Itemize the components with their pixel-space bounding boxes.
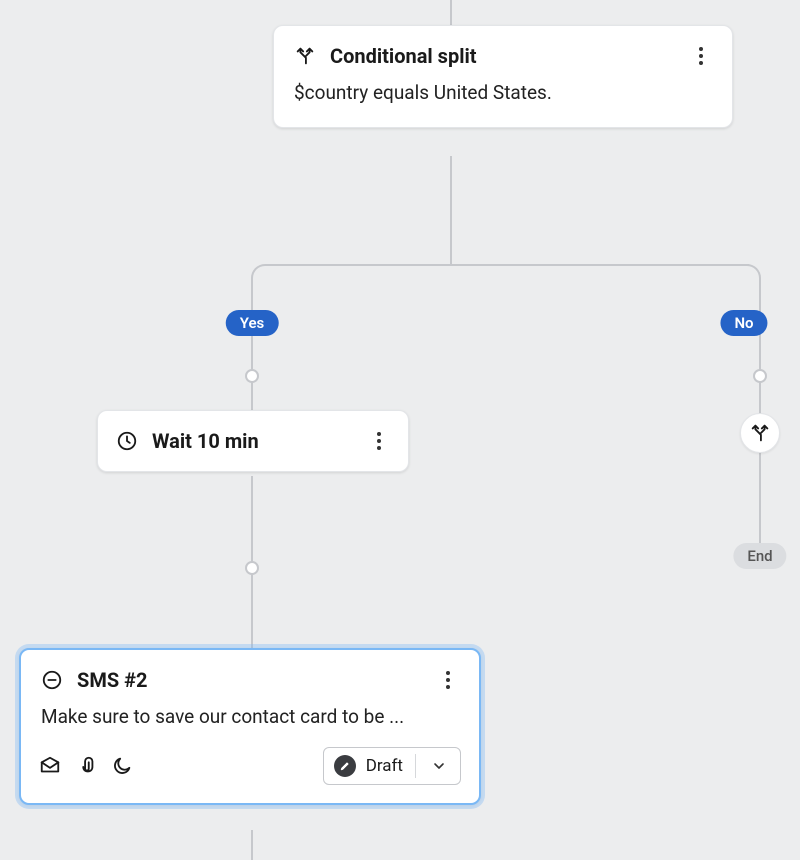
add-step-button[interactable]	[753, 369, 767, 383]
split-icon	[294, 45, 316, 67]
connector-corner	[251, 264, 275, 288]
connector-line	[265, 264, 749, 266]
connector-line	[450, 156, 452, 264]
sms-preview-text: Make sure to save our contact card to be…	[21, 700, 479, 743]
sms-node[interactable]: SMS #2 Make sure to save our contact car…	[19, 648, 481, 805]
wait-node[interactable]: Wait 10 min	[97, 410, 409, 472]
split-icon	[749, 422, 771, 444]
sms-status-label: Draft	[366, 756, 403, 776]
conditional-menu-button[interactable]	[690, 45, 712, 67]
empty-branch-node[interactable]	[740, 413, 780, 453]
connector-corner	[737, 264, 761, 288]
sms-icon	[41, 669, 63, 691]
add-step-button[interactable]	[245, 369, 259, 383]
chevron-down-icon	[428, 755, 450, 777]
connector-line	[759, 286, 761, 416]
branch-no-pill[interactable]: No	[720, 310, 767, 336]
branch-yes-pill[interactable]: Yes	[226, 310, 279, 336]
conditional-condition-text: $country equals United States.	[274, 76, 732, 127]
sms-title: SMS #2	[77, 668, 423, 692]
draft-status-icon	[334, 755, 356, 777]
wait-menu-button[interactable]	[368, 430, 390, 452]
conditional-title: Conditional split	[330, 44, 676, 68]
end-node: End	[733, 543, 786, 569]
sms-status-select[interactable]: Draft	[323, 747, 461, 785]
connector-line	[251, 830, 253, 860]
open-rate-icon[interactable]	[39, 755, 61, 777]
conditional-split-node[interactable]: Conditional split $country equals United…	[273, 25, 733, 128]
connector-line	[759, 453, 761, 543]
quiet-hours-icon[interactable]	[111, 755, 133, 777]
attachment-icon[interactable]	[75, 755, 97, 777]
connector-line	[450, 0, 452, 25]
sms-menu-button[interactable]	[437, 669, 459, 691]
add-step-button[interactable]	[245, 561, 259, 575]
connector-line	[251, 286, 253, 426]
clock-icon	[116, 430, 138, 452]
wait-label: Wait 10 min	[152, 429, 354, 453]
